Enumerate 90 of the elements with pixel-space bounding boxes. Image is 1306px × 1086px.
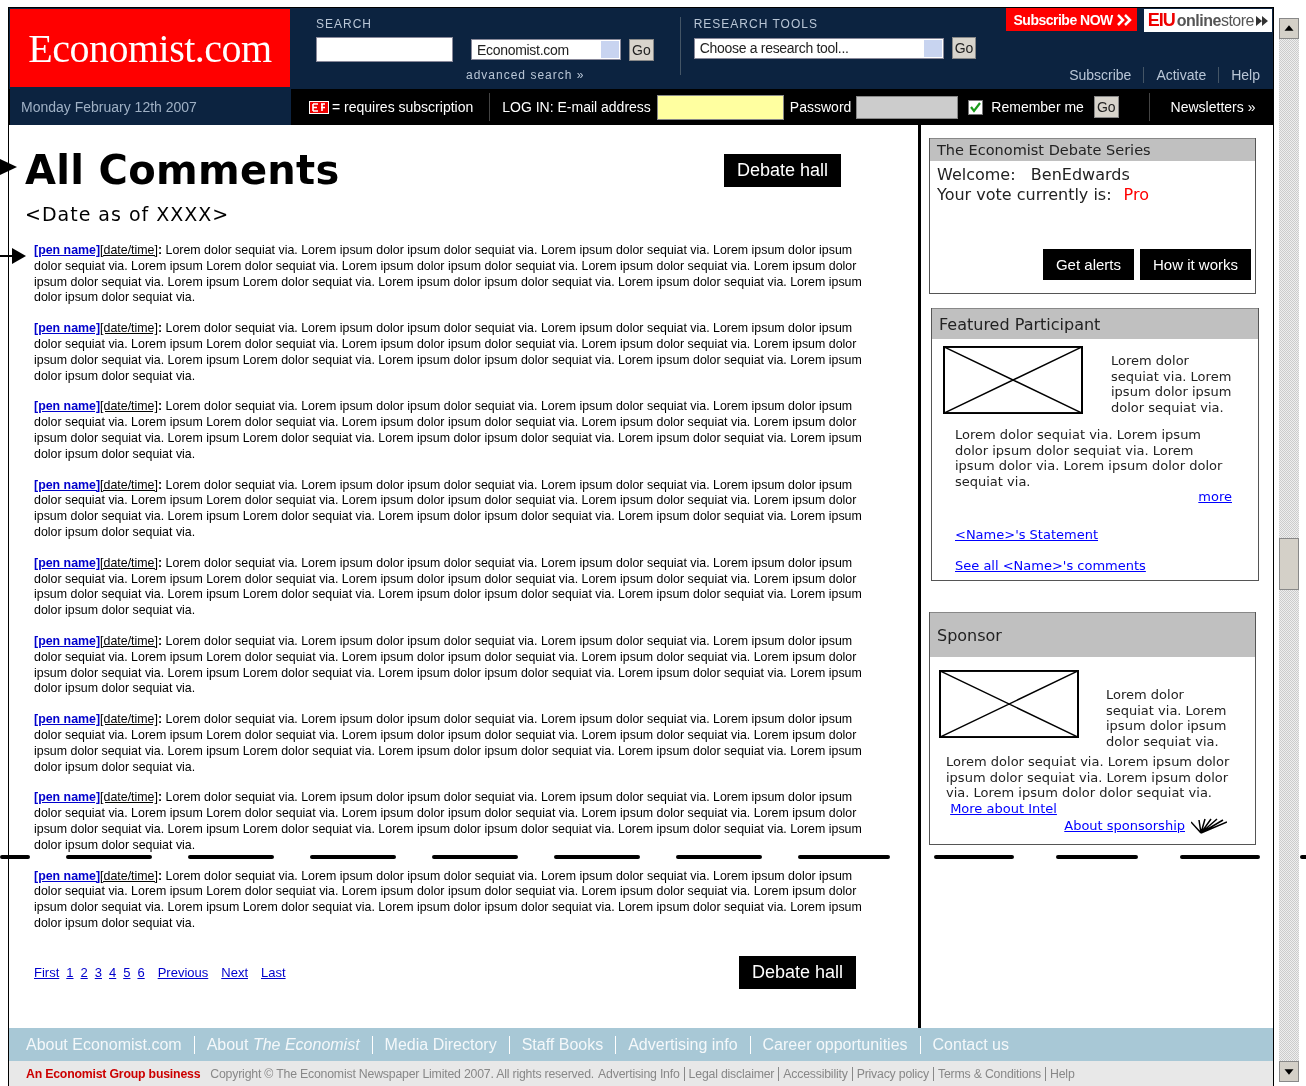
debate-hall-button[interactable]: Debate hall	[738, 955, 856, 989]
about-sponsorship-link[interactable]: About sponsorship	[1064, 817, 1185, 833]
comment-text: [pen name][date/time]: Lorem dolor sequiat via. Lorem ipsum dolor ipsum dolor sequiat via. Lorem ipsum dolor sequiat via. Lorem ipsum dolor ipsum dolor sequiat via. Lorem ipsum Lorem dolor sequiat via. Lorem ipsum dolor ipsum dolor sequiat via. Lorem ipsum dolor sequiat via. Lorem ipsum dolor ipsum dolor sequiat via. Lorem ipsum Lorem dolor sequiat via. Lorem ipsum dolor ipsum dolor sequiat via. Lorem ipsum dolor sequiat via. Lorem ipsum dolor ipsum dolor sequiat via.	[34, 712, 863, 776]
header-link[interactable]: Activate	[1143, 67, 1219, 83]
group-label: An Economist Group business	[26, 1067, 201, 1081]
scroll-down-button[interactable]	[1279, 1061, 1299, 1082]
date-text: Monday February 12th 2007	[10, 89, 291, 125]
date-time-link[interactable]: [date/time]	[100, 790, 158, 805]
password-field[interactable]	[856, 95, 959, 119]
card-title: Featured Participant	[932, 308, 1258, 339]
comment-text: [pen name][date/time]: Lorem dolor sequiat via. Lorem ipsum dolor ipsum dolor sequiat via. Lorem ipsum dolor sequiat via. Lorem ipsum dolor ipsum dolor sequiat via. Lorem ipsum Lorem dolor sequiat via. Lorem ipsum dolor ipsum dolor sequiat via. Lorem ipsum dolor sequiat via. Lorem ipsum dolor ipsum dolor sequiat via. Lorem ipsum Lorem dolor sequiat via. Lorem ipsum dolor ipsum dolor sequiat via. Lorem ipsum dolor sequiat via. Lorem ipsum dolor ipsum dolor sequiat via.	[34, 321, 863, 385]
vote-value: Pro	[1123, 185, 1149, 204]
site-logo[interactable]: Economist.com	[10, 9, 290, 87]
sponsor-text: Lorem dolor sequiat via. Lorem ipsum dolor ipsum dolor sequiat via. Lorem ipsum dolor via. Lorem ipsum dolor dolor sequiat via. More about Intel	[945, 753, 1231, 816]
research-tools-label: RESEARCH TOOLS	[693, 17, 819, 31]
date-time-link[interactable]: [date/time]	[100, 321, 158, 336]
user-name: BenEdwards	[1030, 165, 1130, 184]
research-tool-dropdown[interactable]: Choose a research tool...	[693, 37, 944, 59]
date-time-link[interactable]: [date/time]	[100, 477, 158, 492]
login-go-button[interactable]: Go	[1093, 96, 1119, 118]
participant-summary: Lorem dolor sequiat via. Lorem ipsum dolor ipsum dolor sequiat via.	[1111, 352, 1233, 415]
subscription-note: = requires subscription	[332, 99, 474, 115]
date-time-link[interactable]: [date/time]	[100, 399, 158, 414]
pagination-link[interactable]: First	[34, 964, 60, 980]
pagination-link[interactable]: 6	[137, 964, 145, 980]
participant-text: Lorem dolor sequiat via. Lorem ipsum dolor ipsum dolor sequiat via. Lorem ipsum dolor via. Lorem ipsum dolor dolor sequiat via.	[954, 426, 1224, 489]
pagination-link[interactable]: Next	[221, 964, 248, 980]
comment-text: [pen name][date/time]: Lorem dolor sequiat via. Lorem ipsum dolor ipsum dolor sequiat via. Lorem ipsum dolor sequiat via. Lorem ipsum dolor ipsum dolor sequiat via. Lorem ipsum Lorem dolor sequiat via. Lorem ipsum dolor ipsum dolor sequiat via. Lorem ipsum dolor sequiat via. Lorem ipsum dolor ipsum dolor sequiat via. Lorem ipsum Lorem dolor sequiat via. Lorem ipsum dolor ipsum dolor sequiat via. Lorem ipsum dolor sequiat via. Lorem ipsum dolor ipsum dolor sequiat via.	[34, 477, 863, 541]
scope-dropdown[interactable]: Economist.com	[471, 39, 621, 60]
date-time-link[interactable]: [date/time]	[100, 712, 158, 727]
newsletters-link[interactable]: Newsletters »	[1148, 93, 1256, 121]
go-button[interactable]: Go	[629, 38, 654, 61]
search-field[interactable]	[316, 37, 453, 62]
participant-link[interactable]: <Name>'s Statement	[955, 527, 1258, 542]
date-note: <Date as of XXXX>	[24, 202, 231, 225]
pagination-link[interactable]: 4	[109, 964, 117, 980]
pen-name-link[interactable]: [pen name]	[34, 712, 101, 727]
comment-text: [pen name][date/time]: Lorem dolor sequiat via. Lorem ipsum dolor ipsum dolor sequiat via. Lorem ipsum dolor sequiat via. Lorem ipsum dolor ipsum dolor sequiat via. Lorem ipsum Lorem dolor sequiat via. Lorem ipsum dolor ipsum dolor sequiat via. Lorem ipsum dolor sequiat via. Lorem ipsum dolor ipsum dolor sequiat via. Lorem ipsum Lorem dolor sequiat via. Lorem ipsum dolor ipsum dolor sequiat via. Lorem ipsum dolor sequiat via. Lorem ipsum dolor ipsum dolor sequiat via.	[34, 555, 863, 619]
comment-text: [pen name][date/time]: Lorem dolor sequiat via. Lorem ipsum dolor ipsum dolor sequiat via. Lorem ipsum dolor sequiat via. Lorem ipsum dolor ipsum dolor sequiat via. Lorem ipsum Lorem dolor sequiat via. Lorem ipsum dolor ipsum dolor sequiat via. Lorem ipsum dolor sequiat via. Lorem ipsum dolor ipsum dolor sequiat via. Lorem ipsum Lorem dolor sequiat via. Lorem ipsum dolor ipsum dolor sequiat via. Lorem ipsum dolor sequiat via. Lorem ipsum dolor ipsum dolor sequiat via.	[34, 399, 863, 463]
pen-name-link[interactable]: [pen name]	[34, 243, 101, 257]
more-link[interactable]: more	[1198, 489, 1232, 504]
pagination-link[interactable]: 1	[66, 964, 74, 980]
login-label: LOG IN: E-mail address	[502, 99, 651, 115]
date-time-link[interactable]: [date/time]	[100, 243, 158, 257]
comment-text: [pen name][date/time]: Lorem dolor sequiat via. Lorem ipsum dolor ipsum dolor sequiat via. Lorem ipsum dolor sequiat via. Lorem ipsum dolor ipsum dolor sequiat via. Lorem ipsum Lorem dolor sequiat via. Lorem ipsum dolor ipsum dolor sequiat via. Lorem ipsum dolor sequiat via. Lorem ipsum dolor ipsum dolor sequiat via. Lorem ipsum Lorem dolor sequiat via. Lorem ipsum dolor ipsum dolor sequiat via. Lorem ipsum dolor sequiat via. Lorem ipsum dolor ipsum dolor sequiat via.	[34, 868, 863, 932]
comment-text: [pen name][date/time]: Lorem dolor sequiat via. Lorem ipsum dolor ipsum dolor sequiat via. Lorem ipsum dolor sequiat via. Lorem ipsum dolor ipsum dolor sequiat via. Lorem ipsum Lorem dolor sequiat via. Lorem ipsum dolor ipsum dolor sequiat via. Lorem ipsum dolor sequiat via. Lorem ipsum dolor ipsum dolor sequiat via. Lorem ipsum Lorem dolor sequiat via. Lorem ipsum dolor ipsum dolor sequiat via. Lorem ipsum dolor sequiat via. Lorem ipsum dolor ipsum dolor sequiat via.	[34, 633, 863, 698]
debate-hall-button[interactable]: Debate hall	[723, 153, 841, 187]
participant-link[interactable]: See all <Name>'s comments	[955, 558, 1258, 573]
pen-name-link[interactable]: [pen name]	[34, 790, 101, 805]
pagination-link[interactable]: 2	[80, 964, 88, 980]
card-title: Sponsor	[930, 612, 1255, 657]
card-title: The Economist Debate Series	[930, 138, 1255, 161]
remember-checkbox[interactable]	[968, 99, 984, 115]
search-label: SEARCH	[316, 17, 373, 31]
vote-label: Your vote currently is:	[937, 185, 1112, 204]
welcome-label: Welcome:	[937, 165, 1016, 184]
scroll-thumb[interactable]	[1279, 538, 1299, 590]
pen-name-link[interactable]: [pen name]	[34, 399, 101, 414]
comment-text: [pen name][date/time]: Lorem dolor sequiat via. Lorem ipsum dolor ipsum dolor sequiat via. Lorem ipsum dolor sequiat via. Lorem ipsum dolor ipsum dolor sequiat via. Lorem ipsum Lorem dolor sequiat via. Lorem ipsum dolor ipsum dolor sequiat via. Lorem ipsum dolor sequiat via. Lorem ipsum dolor ipsum dolor sequiat via. Lorem ipsum Lorem dolor sequiat via. Lorem ipsum dolor ipsum dolor sequiat via. Lorem ipsum dolor sequiat via. Lorem ipsum dolor ipsum dolor sequiat via.	[34, 790, 863, 854]
page-title: All Comments	[25, 147, 340, 193]
pen-name-link[interactable]: [pen name]	[34, 868, 101, 883]
comment-text: [pen name][date/time]: Lorem dolor sequiat via. Lorem ipsum dolor ipsum dolor sequiat via. Lorem ipsum dolor sequiat via. Lorem ipsum dolor ipsum dolor sequiat via. Lorem ipsum Lorem dolor sequiat via. Lorem ipsum dolor ipsum dolor sequiat via. Lorem ipsum dolor sequiat via. Lorem ipsum dolor ipsum dolor sequiat via. Lorem ipsum Lorem dolor sequiat via. Lorem ipsum dolor ipsum dolor sequiat via. Lorem ipsum dolor sequiat via. Lorem ipsum dolor ipsum dolor sequiat via.	[34, 243, 863, 307]
pen-name-link[interactable]: [pen name]	[34, 321, 101, 336]
date-time-link[interactable]: [date/time]	[100, 868, 158, 883]
get-alerts-button[interactable]: Get alerts	[1042, 249, 1134, 280]
sponsor-summary: Lorem dolor sequiat via. Lorem ipsum dolor ipsum dolor sequiat via.	[1106, 686, 1228, 749]
go-button[interactable]: Go	[951, 37, 977, 59]
pagination-link[interactable]: 3	[94, 964, 102, 980]
subscription-icon	[309, 100, 329, 114]
subscribe-now-banner[interactable]: Subscribe NOW	[1005, 8, 1137, 31]
pagination-link[interactable]: Last	[261, 964, 286, 980]
sponsor-logo-icon	[1191, 816, 1227, 834]
date-time-link[interactable]: [date/time]	[100, 555, 158, 570]
store-banner[interactable]: EIUonlinestore	[1143, 9, 1272, 32]
pen-name-link[interactable]: [pen name]	[34, 633, 101, 648]
date-time-link[interactable]: [date/time]	[100, 633, 158, 648]
password-label: Password	[789, 99, 852, 115]
advanced-search-link[interactable]: advanced search »	[466, 68, 654, 82]
how-it-works-button[interactable]: How it works	[1140, 249, 1251, 280]
remember-me-label: Remember me	[991, 99, 1084, 115]
pen-name-link[interactable]: [pen name]	[34, 555, 101, 570]
pagination-link[interactable]: Previous	[157, 964, 209, 980]
more-about-link[interactable]: More about Intel	[950, 800, 1057, 816]
pen-name-link[interactable]: [pen name]	[34, 477, 101, 492]
scroll-up-button[interactable]	[1279, 18, 1299, 39]
copyright-text: Copyright © The Economist Newspaper Limited 2007. All rights reserved.	[210, 1067, 595, 1081]
email-field[interactable]	[656, 94, 784, 120]
pagination-link[interactable]: 5	[123, 964, 131, 980]
header-link[interactable]: Subscribe	[1057, 67, 1144, 83]
header-link[interactable]: Help	[1218, 67, 1273, 83]
